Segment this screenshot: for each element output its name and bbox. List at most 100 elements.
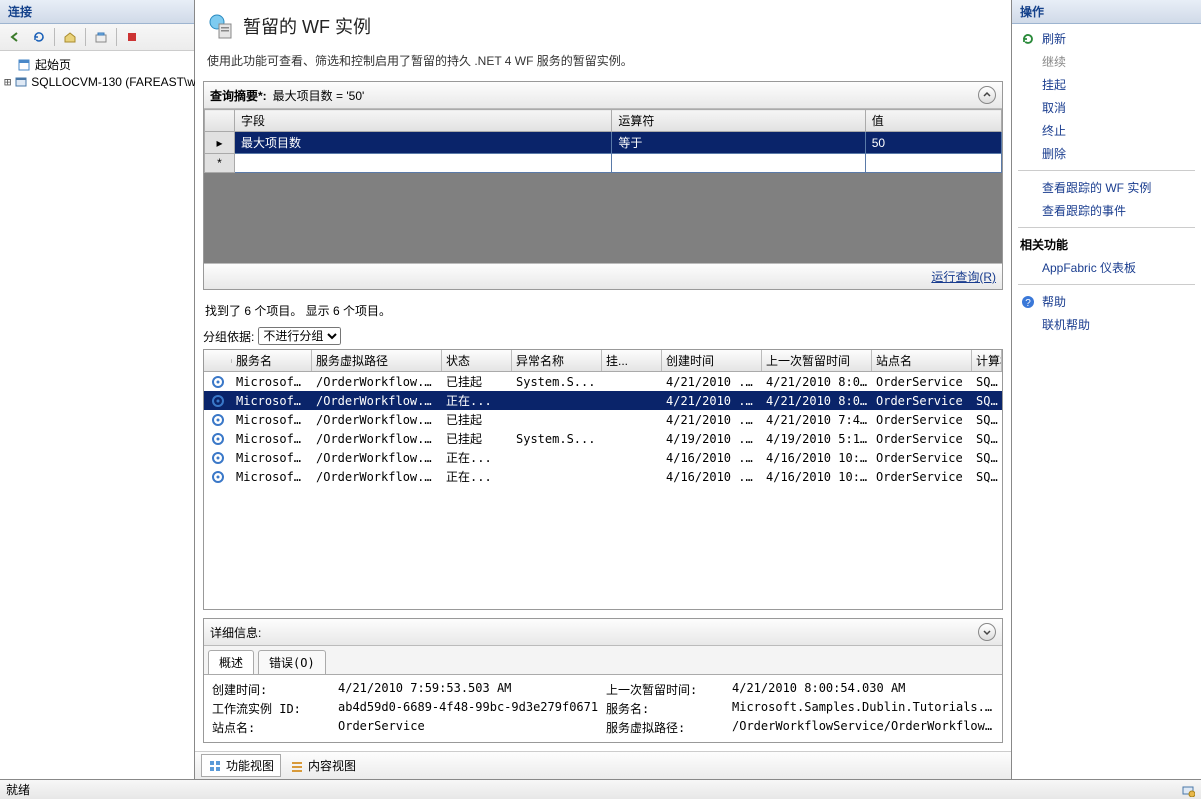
query-row[interactable]: ▸ 最大项目数 等于 50	[205, 132, 1002, 154]
lbl-created: 创建时间:	[212, 681, 332, 698]
query-grid[interactable]: 字段 运算符 值 ▸ 最大项目数 等于 50 *	[204, 109, 1002, 263]
action-online-help[interactable]: 联机帮助	[1018, 314, 1195, 335]
cell-machine: SQLLOCVM...	[972, 450, 1002, 466]
col-machine[interactable]: 计算机...	[972, 350, 1002, 371]
status-bar: 就绪	[0, 779, 1201, 799]
gear-icon	[204, 374, 232, 390]
cell-status: 已挂起	[442, 429, 512, 448]
action-tracked-events[interactable]: 查看跟踪的事件	[1018, 200, 1195, 221]
gear-icon	[204, 393, 232, 409]
action-help[interactable]: ? 帮助	[1018, 291, 1195, 312]
start-page-icon	[16, 58, 32, 72]
gear-icon	[204, 431, 232, 447]
tree-start-page[interactable]: 起始页	[2, 55, 192, 74]
group-by-label: 分组依据:	[203, 328, 254, 345]
query-new-row[interactable]: *	[205, 154, 1002, 173]
cell-last-retained: 4/19/2010 5:1...	[762, 431, 872, 447]
cell-created: 4/16/2010 ...	[662, 450, 762, 466]
val-created: 4/21/2010 7:59:53.503 AM	[338, 681, 600, 698]
action-label: 终止	[1042, 122, 1066, 139]
collapse-details-button[interactable]	[978, 623, 996, 641]
results-body[interactable]: Microsof.../OrderWorkflow...已挂起System.S.…	[204, 372, 1002, 486]
stop-button[interactable]	[121, 26, 143, 48]
cell-service-path: /OrderWorkflow...	[312, 450, 442, 466]
cell-operator[interactable]: 等于	[612, 132, 865, 154]
action-label: AppFabric 仪表板	[1042, 259, 1136, 276]
new-row-indicator: *	[205, 154, 235, 173]
col-exception[interactable]: 异常名称	[512, 350, 602, 371]
cell-service-name: Microsof...	[232, 450, 312, 466]
tree-server-node[interactable]: ⊞ SQLLOCVM-130 (FAREAST\wssb	[2, 74, 192, 90]
tab-features-view[interactable]: 功能视图	[201, 754, 281, 777]
action-terminate[interactable]: 终止	[1018, 120, 1195, 141]
cell-site: OrderService	[872, 469, 972, 485]
lbl-instance-id: 工作流实例 ID:	[212, 700, 332, 717]
cell-service-path: /OrderWorkflow...	[312, 412, 442, 428]
refresh-icon	[1020, 31, 1036, 47]
gear-icon	[204, 450, 232, 466]
cell-field[interactable]: 最大项目数	[235, 132, 612, 154]
action-suspend[interactable]: 挂起	[1018, 74, 1195, 95]
separator	[116, 28, 117, 46]
tree-label: 起始页	[35, 56, 71, 73]
col-service-path[interactable]: 服务虚拟路径	[312, 350, 442, 371]
run-query-link[interactable]: 运行查询(R)	[931, 270, 996, 284]
cell-machine: SQLLOCVM...	[972, 374, 1002, 390]
cell-created: 4/16/2010 ...	[662, 469, 762, 485]
col-status[interactable]: 状态	[442, 350, 512, 371]
group-by-row: 分组依据: 不进行分组	[203, 325, 1003, 349]
cell-service-name: Microsof...	[232, 469, 312, 485]
action-label: 取消	[1042, 99, 1066, 116]
lbl-last-retained: 上一次暂留时间:	[606, 681, 726, 698]
col-operator[interactable]: 运算符	[612, 110, 865, 132]
action-label: 挂起	[1042, 76, 1066, 93]
table-row[interactable]: Microsof.../OrderWorkflow...已挂起System.S.…	[204, 429, 1002, 448]
action-appfabric-dashboard[interactable]: AppFabric 仪表板	[1018, 257, 1195, 278]
col-created[interactable]: 创建时间	[662, 350, 762, 371]
col-suspended[interactable]: 挂...	[602, 350, 662, 371]
connections-toolbar	[0, 24, 194, 51]
action-tracked-wf[interactable]: 查看跟踪的 WF 实例	[1018, 177, 1195, 198]
tab-overview[interactable]: 概述	[208, 650, 254, 674]
action-label: 帮助	[1042, 293, 1066, 310]
tab-errors[interactable]: 错误(O)	[258, 650, 326, 674]
center-panel: 暂留的 WF 实例 使用此功能可查看、筛选和控制启用了暂留的持久 .NET 4 …	[195, 0, 1011, 779]
col-field[interactable]: 字段	[235, 110, 612, 132]
table-row[interactable]: Microsof.../OrderWorkflow...正在...4/16/20…	[204, 448, 1002, 467]
back-button[interactable]	[4, 26, 26, 48]
col-service-name[interactable]: 服务名	[232, 350, 312, 371]
col-last-retained[interactable]: 上一次暂留时间	[762, 350, 872, 371]
up-button[interactable]	[90, 26, 112, 48]
table-row[interactable]: Microsof.../OrderWorkflow...已挂起System.S.…	[204, 372, 1002, 391]
col-site[interactable]: 站点名	[872, 350, 972, 371]
action-refresh[interactable]: 刷新	[1018, 28, 1195, 49]
home-button[interactable]	[59, 26, 81, 48]
cell-last-retained: 4/16/2010 10:...	[762, 469, 872, 485]
server-icon	[14, 75, 28, 89]
table-row[interactable]: Microsof.../OrderWorkflow...正在...4/21/20…	[204, 391, 1002, 410]
table-row[interactable]: Microsof.../OrderWorkflow...已挂起4/21/2010…	[204, 410, 1002, 429]
cell-machine: SQLLOCVM...	[972, 469, 1002, 485]
cell-suspended	[602, 419, 662, 421]
collapse-query-button[interactable]	[978, 86, 996, 104]
action-delete[interactable]: 删除	[1018, 143, 1195, 164]
cell-status: 已挂起	[442, 372, 512, 391]
cell-service-name: Microsof...	[232, 412, 312, 428]
page-title: 暂留的 WF 实例	[243, 13, 371, 39]
tab-content-view[interactable]: 内容视图	[283, 754, 363, 777]
cell-created: 4/21/2010 ...	[662, 374, 762, 390]
action-cancel[interactable]: 取消	[1018, 97, 1195, 118]
table-row[interactable]: Microsof.../OrderWorkflow...正在...4/16/20…	[204, 467, 1002, 486]
group-by-select[interactable]: 不进行分组	[258, 327, 341, 345]
results-count: 找到了 6 个项目。 显示 6 个项目。	[203, 298, 1003, 325]
cell-value[interactable]: 50	[865, 132, 1001, 154]
cell-suspended	[602, 400, 662, 402]
expand-icon[interactable]: ⊞	[4, 75, 11, 89]
connections-panel: 连接 起始页 ⊞ SQLLOCVM	[0, 0, 195, 779]
connections-tree[interactable]: 起始页 ⊞ SQLLOCVM-130 (FAREAST\wssb	[0, 51, 194, 94]
col-value[interactable]: 值	[865, 110, 1001, 132]
cell-status: 正在...	[442, 467, 512, 486]
refresh-connections-button[interactable]	[28, 26, 50, 48]
cell-exception	[512, 476, 602, 478]
cell-site: OrderService	[872, 431, 972, 447]
